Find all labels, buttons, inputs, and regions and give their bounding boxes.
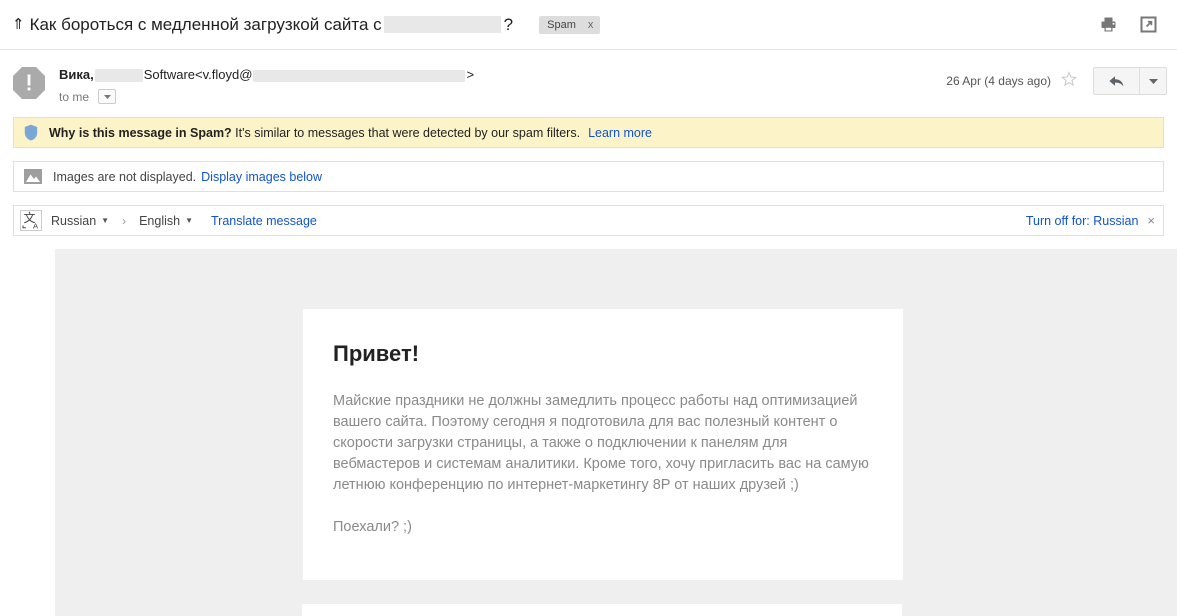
chevron-down-icon: ▼ <box>101 216 110 225</box>
image-placeholder-icon <box>24 169 42 184</box>
close-icon[interactable]: × <box>1147 213 1155 228</box>
subject-left-group: ⇑ Как бороться с медленной загрузкой сай… <box>12 15 1097 35</box>
subject-question-mark: ? <box>503 14 514 34</box>
chevron-down-icon: ▼ <box>185 216 194 225</box>
email-paragraph-1: Майские праздники не должны замедлить пр… <box>333 393 869 494</box>
source-language-select[interactable]: Russian ▼ <box>51 214 109 228</box>
redacted-subject-block <box>383 16 501 33</box>
recipient-line: to me <box>59 89 946 104</box>
sender-right-group: 26 Apr (4 days ago) <box>946 64 1167 95</box>
redacted-sender-block <box>94 69 143 83</box>
reply-arrow-icon[interactable] <box>1093 67 1140 95</box>
message-timestamp: 26 Apr (4 days ago) <box>946 74 1051 88</box>
turn-off-translation-link[interactable]: Turn off for: Russian <box>1026 214 1139 228</box>
chevron-down-icon[interactable] <box>98 89 117 104</box>
email-content-card: Привет! Майские праздники не должны заме… <box>303 309 903 580</box>
sender-info: Вика, Software<v.floyd@ > to me <box>59 64 946 104</box>
learn-more-link[interactable]: Learn more <box>588 126 652 140</box>
sender-name: Вика, <box>59 67 94 82</box>
spam-banner-text: Why is this message in Spam? It's simila… <box>49 126 580 140</box>
spam-banner-question: Why is this message in Spam? <box>49 125 232 140</box>
target-language-select[interactable]: English ▼ <box>139 214 193 228</box>
email-greeting: Привет! <box>333 341 420 366</box>
target-language-label: English <box>139 213 181 228</box>
translate-icon: 文 A <box>20 210 42 231</box>
email-paragraph-2: Поехали? ;) <box>333 519 412 536</box>
star-icon[interactable] <box>1061 70 1077 92</box>
sender-email-suffix: > <box>466 67 475 82</box>
sender-email-prefix: <v.floyd@ <box>195 67 253 82</box>
sender-row: Вика, Software<v.floyd@ > to me 26 Apr (4 … <box>0 50 1177 112</box>
print-icon[interactable] <box>1097 14 1119 36</box>
subject-actions <box>1097 14 1167 36</box>
images-blocked-text: Images are not displayed. <box>53 169 197 184</box>
more-options-caret-icon[interactable] <box>1140 67 1167 95</box>
recipient-label: to me <box>59 89 90 104</box>
page-title: Как бороться с медленной загрузкой сайта… <box>29 14 382 34</box>
subject-bar: ⇑ Как бороться с медленной загрузкой сай… <box>0 0 1177 50</box>
message-body-container: Привет! Майские праздники не должны заме… <box>55 249 1177 616</box>
spam-banner-explanation: It's similar to messages that were detec… <box>231 125 581 140</box>
translate-bar: 文 A Russian ▼ › English ▼ Translate mess… <box>13 205 1164 236</box>
sender-line: Вика, Software<v.floyd@ > <box>59 66 946 83</box>
display-images-link[interactable]: Display images below <box>201 170 322 184</box>
redacted-email-block <box>253 69 466 82</box>
spam-warning-octagon-icon <box>12 66 46 100</box>
source-language-label: Russian <box>51 213 97 228</box>
email-content-card-secondary <box>302 604 902 616</box>
language-arrow-icon: › <box>122 213 127 228</box>
open-in-new-window-icon[interactable] <box>1137 14 1159 36</box>
up-arrow-icon[interactable]: ⇑ <box>12 17 25 32</box>
svg-text:A: A <box>33 221 38 230</box>
status-badge[interactable]: Spam x <box>539 15 601 34</box>
close-icon[interactable]: x <box>588 19 594 31</box>
spam-label-text: Spam <box>547 18 576 31</box>
translate-message-link[interactable]: Translate message <box>211 214 317 228</box>
shield-icon <box>24 124 38 141</box>
images-blocked-bar: Images are not displayed. Display images… <box>13 161 1164 192</box>
sender-company: Software <box>143 67 196 82</box>
reply-button-group <box>1093 67 1167 95</box>
spam-explanation-banner: Why is this message in Spam? It's simila… <box>13 117 1164 148</box>
translate-bar-right: Turn off for: Russian × <box>1026 213 1155 228</box>
